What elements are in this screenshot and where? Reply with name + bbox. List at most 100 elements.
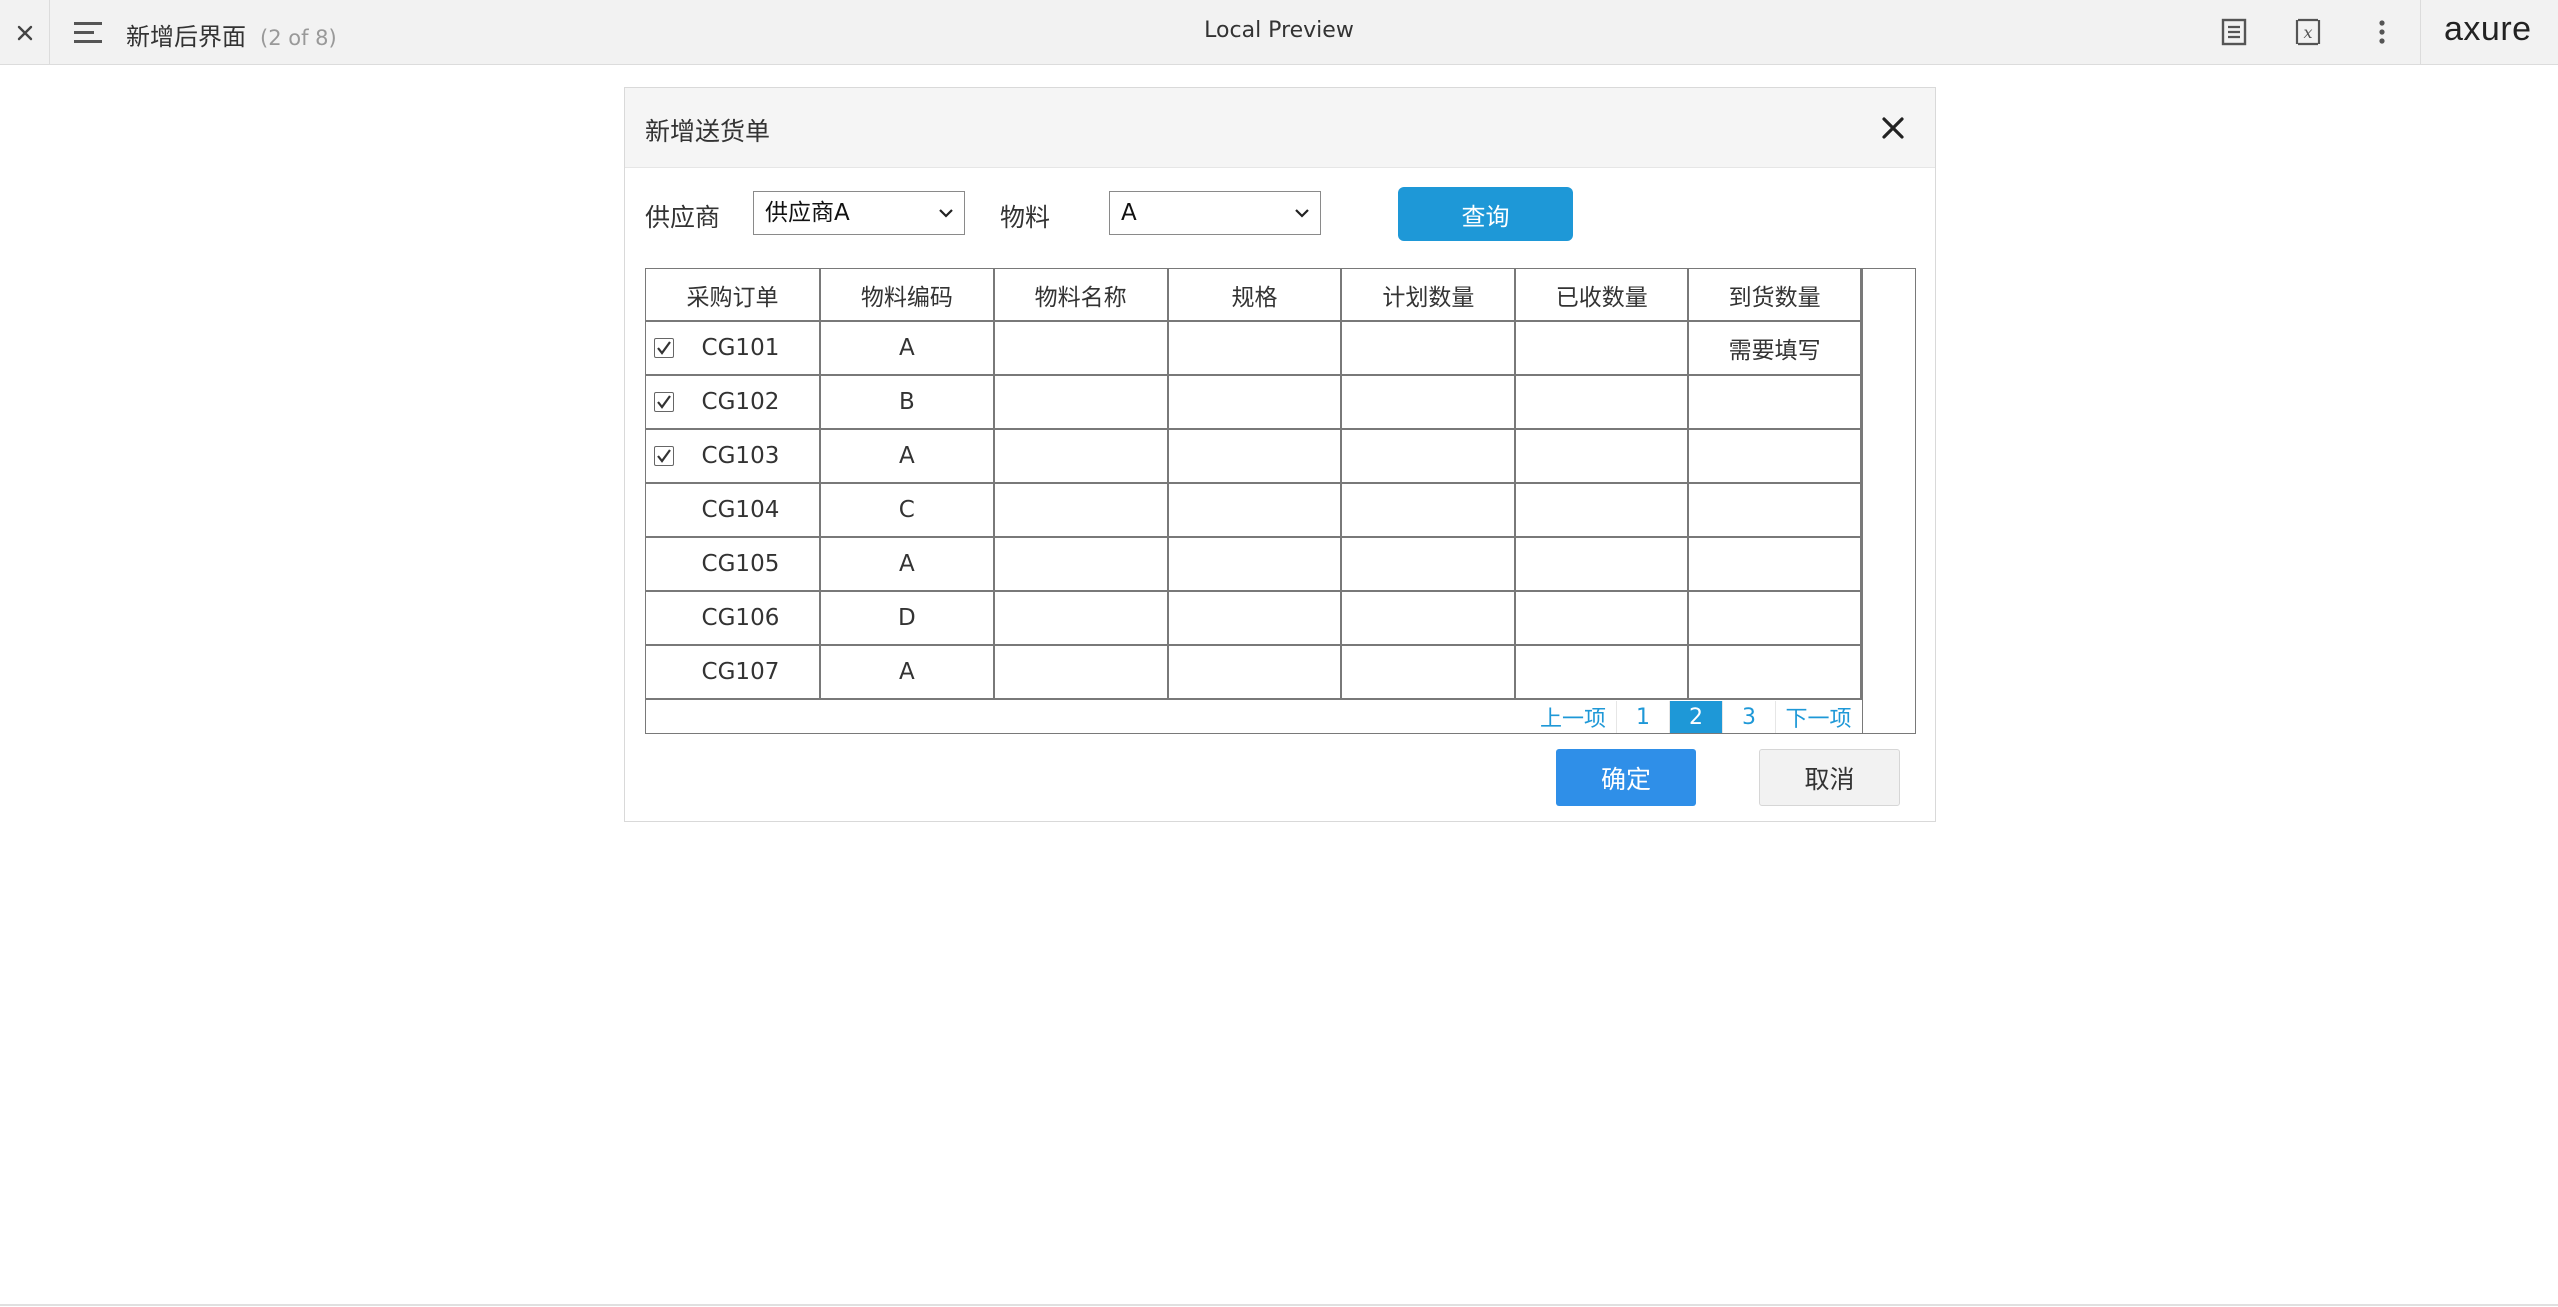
arrival-qty-cell[interactable] <box>1687 536 1862 592</box>
table-row: CG106 D <box>646 590 1862 646</box>
material-code-cell: C <box>818 482 995 538</box>
planned-qty-cell <box>1340 590 1517 646</box>
order-cell: CG104 <box>646 482 821 538</box>
table-header-row: 采购订单 物料编码 物料名称 规格 计划数量 已收数量 到货数量 <box>646 269 1862 322</box>
pager-page-3[interactable]: 3 <box>1722 701 1775 733</box>
supplier-label: 供应商 <box>645 203 721 232</box>
close-icon <box>1882 117 1904 139</box>
spec-cell <box>1166 428 1343 484</box>
row-checkbox-checked[interactable] <box>654 446 674 466</box>
spec-cell <box>1166 644 1343 700</box>
pager-page-1[interactable]: 1 <box>1616 701 1669 733</box>
arrival-qty-cell[interactable] <box>1687 374 1862 430</box>
row-checkbox-checked[interactable] <box>654 392 674 412</box>
menu-button[interactable] <box>72 20 104 46</box>
order-cell: CG105 <box>646 536 821 592</box>
spec-cell <box>1166 374 1343 430</box>
material-label: 物料 <box>1000 203 1051 232</box>
received-qty-cell <box>1514 428 1690 484</box>
received-qty-cell <box>1514 644 1690 700</box>
preview-label: Local Preview <box>1204 18 1354 43</box>
order-cell: CG101 <box>646 320 821 376</box>
variable-x-icon: x <box>2295 18 2321 46</box>
supplier-select-value: 供应商A <box>765 200 850 226</box>
page-count: (2 of 8) <box>260 26 337 50</box>
table-row: CG105 A <box>646 536 1862 592</box>
material-code-cell: A <box>818 644 995 700</box>
table-row: CG107 A <box>646 644 1862 700</box>
header-received-qty: 已收数量 <box>1514 269 1690 322</box>
checkmark-icon <box>657 341 671 355</box>
table-row: CG101 A 需要填写 <box>646 320 1862 376</box>
close-icon <box>17 25 32 40</box>
chevron-down-icon <box>939 209 953 218</box>
arrival-qty-cell[interactable] <box>1687 428 1862 484</box>
arrival-qty-cell[interactable] <box>1687 482 1862 538</box>
variables-button[interactable]: x <box>2292 16 2324 48</box>
confirm-button[interactable]: 确定 <box>1556 749 1696 806</box>
material-name-cell <box>992 428 1169 484</box>
received-qty-cell <box>1514 374 1690 430</box>
material-code-cell: B <box>818 374 995 430</box>
close-preview-button[interactable] <box>0 0 50 65</box>
received-qty-cell <box>1514 320 1690 376</box>
notes-icon <box>2221 18 2247 46</box>
planned-qty-cell <box>1340 428 1517 484</box>
header-material-code: 物料编码 <box>818 269 995 322</box>
axure-logo: axure <box>2444 10 2532 48</box>
arrival-qty-cell[interactable] <box>1687 590 1862 646</box>
table-row: CG103 A <box>646 428 1862 484</box>
header-spec: 规格 <box>1166 269 1343 322</box>
pager-next[interactable]: 下一项 <box>1775 701 1861 733</box>
planned-qty-cell <box>1340 374 1517 430</box>
planned-qty-cell <box>1340 644 1517 700</box>
material-name-cell <box>992 374 1169 430</box>
dialog-header: 新增送货单 <box>625 88 1935 168</box>
dialog-close-button[interactable] <box>1875 110 1911 146</box>
more-options-button[interactable] <box>2366 16 2398 48</box>
top-bar: 新增后界面 (2 of 8) Local Preview x axure <box>0 0 2558 65</box>
material-code-cell: A <box>818 536 995 592</box>
material-name-cell <box>992 482 1169 538</box>
material-code-cell: D <box>818 590 995 646</box>
purchase-order-table-frame: 采购订单 物料编码 物料名称 规格 计划数量 已收数量 到货数量 CG101 A <box>645 268 1916 734</box>
material-name-cell <box>992 536 1169 592</box>
received-qty-cell <box>1514 536 1690 592</box>
page-notes-button[interactable] <box>2218 16 2250 48</box>
pagination: 上一项 1 2 3 下一项 <box>1530 701 1861 733</box>
order-number: CG101 <box>701 335 780 361</box>
planned-qty-cell <box>1340 320 1517 376</box>
order-cell: CG107 <box>646 644 821 700</box>
order-cell: CG102 <box>646 374 821 430</box>
material-name-cell <box>992 590 1169 646</box>
query-button[interactable]: 查询 <box>1398 187 1573 241</box>
dialog-title: 新增送货单 <box>645 117 771 146</box>
new-delivery-dialog: 新增送货单 供应商 供应商A 物料 A 查询 采购订单 物料编码 物料名称 规格… <box>624 87 1936 822</box>
received-qty-cell <box>1514 482 1690 538</box>
topbar-divider <box>2420 0 2421 65</box>
material-name-cell <box>992 320 1169 376</box>
spec-cell <box>1166 536 1343 592</box>
order-number: CG103 <box>701 443 780 469</box>
order-number: CG107 <box>701 659 780 685</box>
svg-text:x: x <box>2303 23 2312 42</box>
table-row: CG104 C <box>646 482 1862 538</box>
cancel-button[interactable]: 取消 <box>1759 749 1900 806</box>
pager-prev[interactable]: 上一项 <box>1530 701 1616 733</box>
supplier-select[interactable]: 供应商A <box>753 191 965 235</box>
spec-cell <box>1166 590 1343 646</box>
pager-page-2-current[interactable]: 2 <box>1669 701 1722 733</box>
purchase-order-table: 采购订单 物料编码 物料名称 规格 计划数量 已收数量 到货数量 CG101 A <box>646 269 1862 700</box>
checkmark-icon <box>657 449 671 463</box>
planned-qty-cell <box>1340 536 1517 592</box>
order-number: CG102 <box>701 389 780 415</box>
material-name-cell <box>992 644 1169 700</box>
order-number: CG106 <box>701 605 780 631</box>
row-checkbox-checked[interactable] <box>654 338 674 358</box>
chevron-down-icon <box>1295 209 1309 218</box>
arrival-qty-cell[interactable]: 需要填写 <box>1687 320 1862 376</box>
planned-qty-cell <box>1340 482 1517 538</box>
table-row: CG102 B <box>646 374 1862 430</box>
material-select[interactable]: A <box>1109 191 1321 235</box>
arrival-qty-cell[interactable] <box>1687 644 1862 700</box>
